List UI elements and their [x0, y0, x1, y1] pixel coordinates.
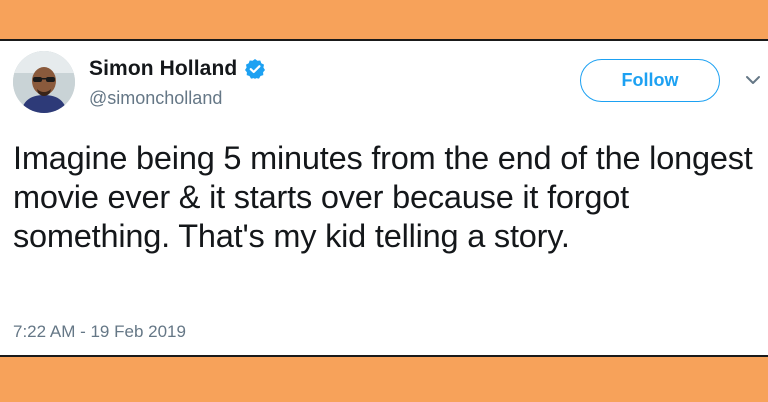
profile-photo-icon	[13, 51, 75, 113]
name-row: Simon Holland	[89, 57, 266, 81]
user-handle[interactable]: @simoncholland	[89, 88, 222, 109]
tweet-card: Simon Holland @simoncholland Follow Imag…	[0, 39, 768, 357]
display-name[interactable]: Simon Holland	[89, 57, 237, 81]
chevron-down-icon[interactable]	[744, 73, 762, 87]
tweet-text: Imagine being 5 minutes from the end of …	[13, 140, 753, 254]
follow-button[interactable]: Follow	[580, 59, 720, 102]
tweet-timestamp[interactable]: 7:22 AM - 19 Feb 2019	[13, 322, 186, 342]
verified-badge-icon	[244, 58, 266, 80]
avatar[interactable]	[13, 51, 75, 113]
